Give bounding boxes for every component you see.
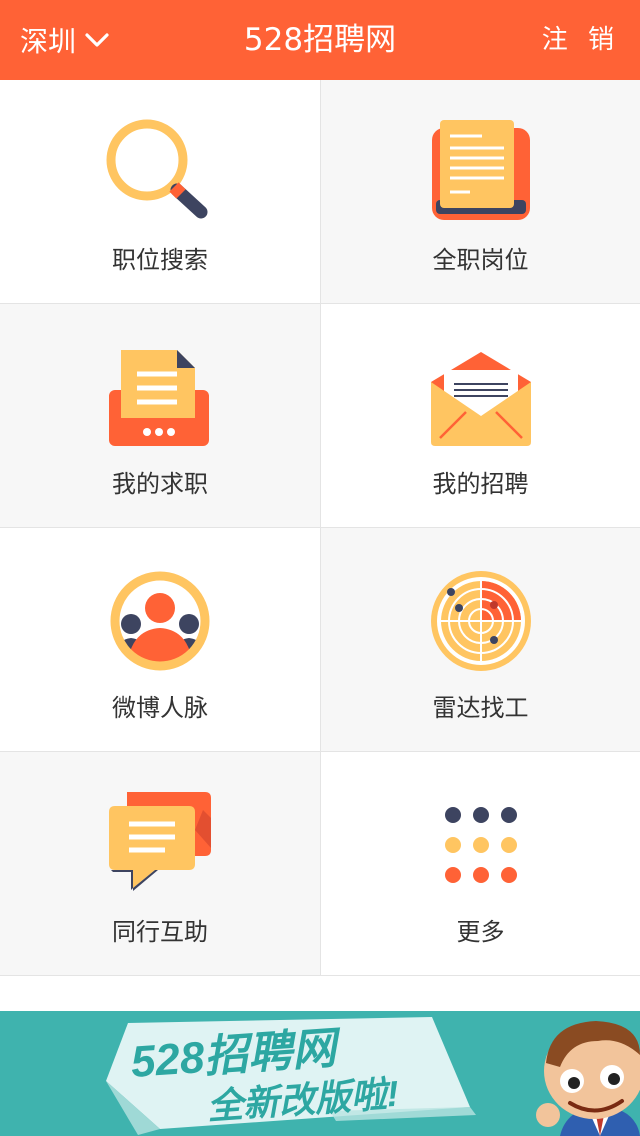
menu-item-label: 雷达找工 [432, 694, 529, 722]
menu-item-label: 我的招聘 [432, 470, 529, 498]
menu-item-label: 职位搜索 [112, 246, 208, 274]
chevron-down-icon [85, 33, 109, 47]
menu-item-label: 我的求职 [112, 470, 208, 498]
menu-item-my-applications[interactable]: 我的求职 [0, 304, 320, 528]
menu-item-label: 微博人脉 [112, 694, 208, 722]
menu-item-radar-jobs[interactable]: 雷达找工 [320, 528, 640, 752]
menu-item-weibo-network[interactable]: 微博人脉 [0, 528, 320, 752]
menu-item-peer-help[interactable]: 同行互助 [0, 752, 320, 976]
document-stack-icon [431, 120, 530, 220]
app-header: 深圳 528招聘网 注 销 [0, 0, 640, 80]
menu-grid: 职位搜索 全职岗位 我的求职 我的招聘 微博人脉 雷达找工 同行互助 更多 [0, 80, 640, 976]
banner-art: 528招聘网 全新改版啦! [106, 1017, 640, 1136]
radar-icon [430, 571, 531, 671]
menu-item-label: 同行互助 [112, 918, 208, 946]
dots-grid-icon [444, 807, 517, 883]
city-selector[interactable]: 深圳 [20, 0, 110, 80]
mascot-illustration [536, 1021, 640, 1136]
menu-item-label: 全职岗位 [432, 246, 529, 274]
envelope-icon [430, 352, 531, 446]
menu-item-more[interactable]: 更多 [320, 752, 640, 976]
menu-item-my-recruitment[interactable]: 我的招聘 [320, 304, 640, 528]
menu-item-full-time[interactable]: 全职岗位 [320, 80, 640, 304]
menu-item-label: 更多 [456, 918, 505, 946]
magnifier-icon [106, 119, 208, 219]
city-label: 深圳 [20, 25, 77, 58]
logout-button[interactable]: 注 销 [542, 0, 620, 80]
chat-bubbles-icon [109, 792, 211, 891]
printer-document-icon [109, 350, 209, 446]
people-icon [110, 571, 210, 671]
menu-item-job-search[interactable]: 职位搜索 [0, 80, 320, 304]
promo-banner[interactable]: 528招聘网 全新改版啦! [0, 1011, 640, 1136]
